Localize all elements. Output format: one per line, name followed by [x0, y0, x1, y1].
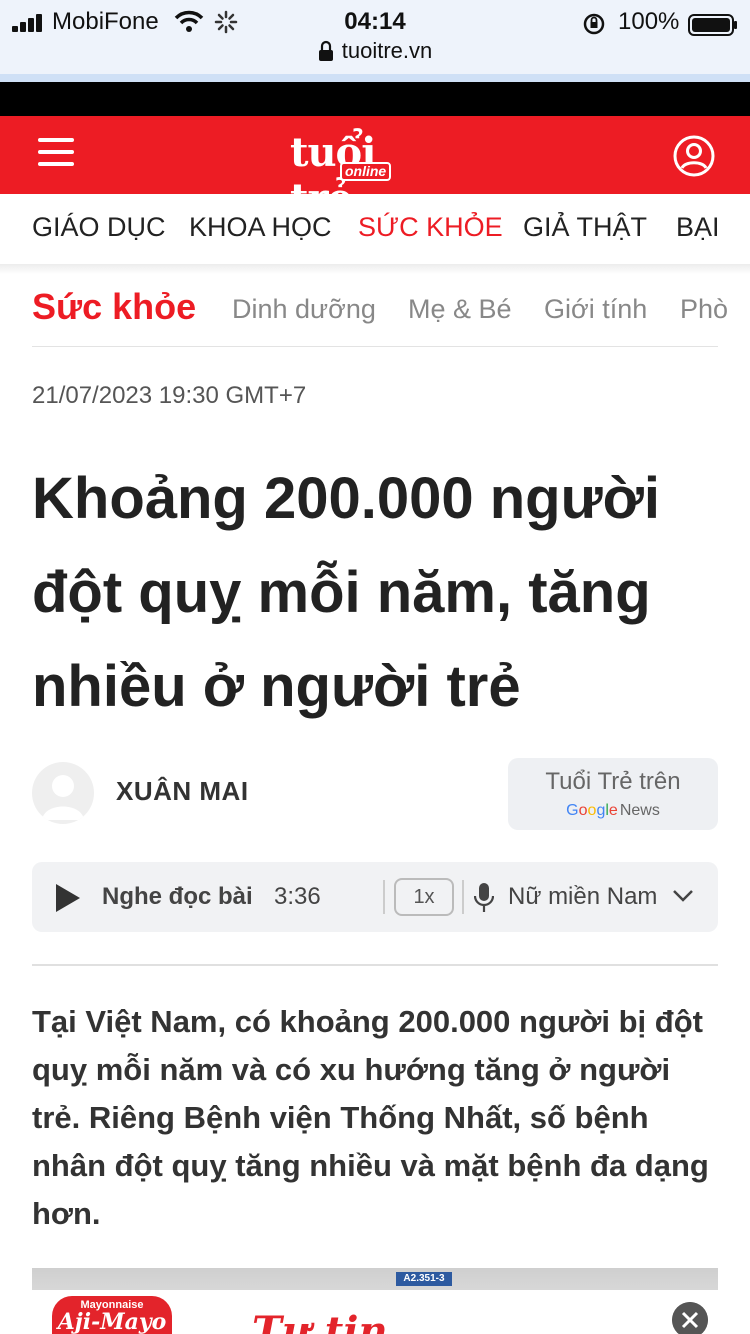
address-bar[interactable]: tuoitre.vn	[0, 38, 750, 72]
microphone-icon	[474, 883, 494, 912]
subcategory-phong[interactable]: Phò	[680, 294, 728, 325]
separator	[462, 880, 464, 914]
site-header: tuổi trẻ online	[0, 116, 750, 222]
padlock-icon	[318, 40, 333, 61]
author-avatar	[32, 762, 94, 824]
author-name[interactable]: XUÂN MAI	[116, 776, 249, 807]
person-icon	[42, 775, 84, 820]
section-nav: Sức khỏe Dinh dưỡng Mẹ & Bé Giới tính Ph…	[0, 274, 750, 348]
status-bar: MobiFone 04:14 100% tuoitre.vn	[0, 0, 750, 82]
play-icon[interactable]	[54, 882, 82, 914]
listen-label: Nghe đọc bài	[102, 883, 253, 910]
close-ad-icon[interactable]	[672, 1302, 708, 1334]
ad-banner[interactable]: Mayonnaise Aji-Mayo Tự tin	[32, 1290, 718, 1334]
divider	[32, 964, 718, 966]
category-khoa-hoc[interactable]: KHOA HỌC	[189, 212, 332, 243]
article-date: 21/07/2023 19:30 GMT+7	[32, 382, 307, 409]
category-giao-duc[interactable]: GIÁO DỤC	[32, 212, 166, 243]
subcategory-dinh-duong[interactable]: Dinh dưỡng	[232, 294, 376, 325]
google-news-label: Tuổi Trẻ trên	[545, 768, 681, 795]
category-ban-doc[interactable]: BẠI	[676, 212, 720, 243]
rotation-lock-icon	[583, 13, 605, 35]
url-text: tuoitre.vn	[341, 38, 433, 63]
battery-icon	[688, 14, 737, 36]
voice-select[interactable]: Nữ miền Nam	[508, 883, 657, 911]
black-band	[0, 82, 750, 116]
nav-shadow	[0, 264, 750, 274]
audio-duration: 3:36	[274, 883, 321, 910]
battery-percent: 100%	[618, 8, 680, 35]
category-nav: GIÁO DỤC KHOA HỌC SỨC KHỎE GIẢ THẬT BẠI	[0, 194, 750, 264]
chevron-down-icon[interactable]	[672, 888, 694, 904]
divider	[32, 346, 718, 347]
google-news-button[interactable]: Tuổi Trẻ trên Google News	[508, 758, 718, 830]
ad-brand-main: Aji-Mayo	[57, 1309, 167, 1334]
image-plate-text: A2.351-3	[396, 1272, 452, 1286]
subcategory-gioi-tinh[interactable]: Giới tính	[544, 294, 647, 325]
category-suc-khoe[interactable]: SỨC KHỎE	[358, 212, 503, 243]
user-account-icon[interactable]	[672, 134, 716, 178]
audio-player: Nghe đọc bài 3:36 1x Nữ miền Nam	[32, 862, 718, 932]
ad-brand-logo: Mayonnaise Aji-Mayo	[52, 1296, 172, 1334]
progress-strip	[0, 74, 750, 82]
article-headline: Khoảng 200.000 người đột quỵ mỗi năm, tă…	[32, 466, 660, 719]
logo-subtext: online	[340, 162, 392, 181]
playback-speed-button[interactable]: 1x	[394, 878, 454, 916]
google-news-logo: Google News	[566, 802, 660, 819]
article-lead: Tại Việt Nam, có khoảng 200.000 người bị…	[32, 1004, 709, 1231]
hamburger-menu-icon[interactable]	[38, 138, 74, 168]
ad-slogan: Tự tin	[252, 1308, 388, 1334]
site-logo[interactable]: tuổi trẻ online	[290, 130, 440, 222]
subcategory-me-be[interactable]: Mẹ & Bé	[408, 294, 512, 325]
section-title[interactable]: Sức khỏe	[32, 286, 196, 328]
separator	[383, 880, 385, 914]
category-gia-that[interactable]: GIẢ THẬT	[523, 212, 647, 243]
